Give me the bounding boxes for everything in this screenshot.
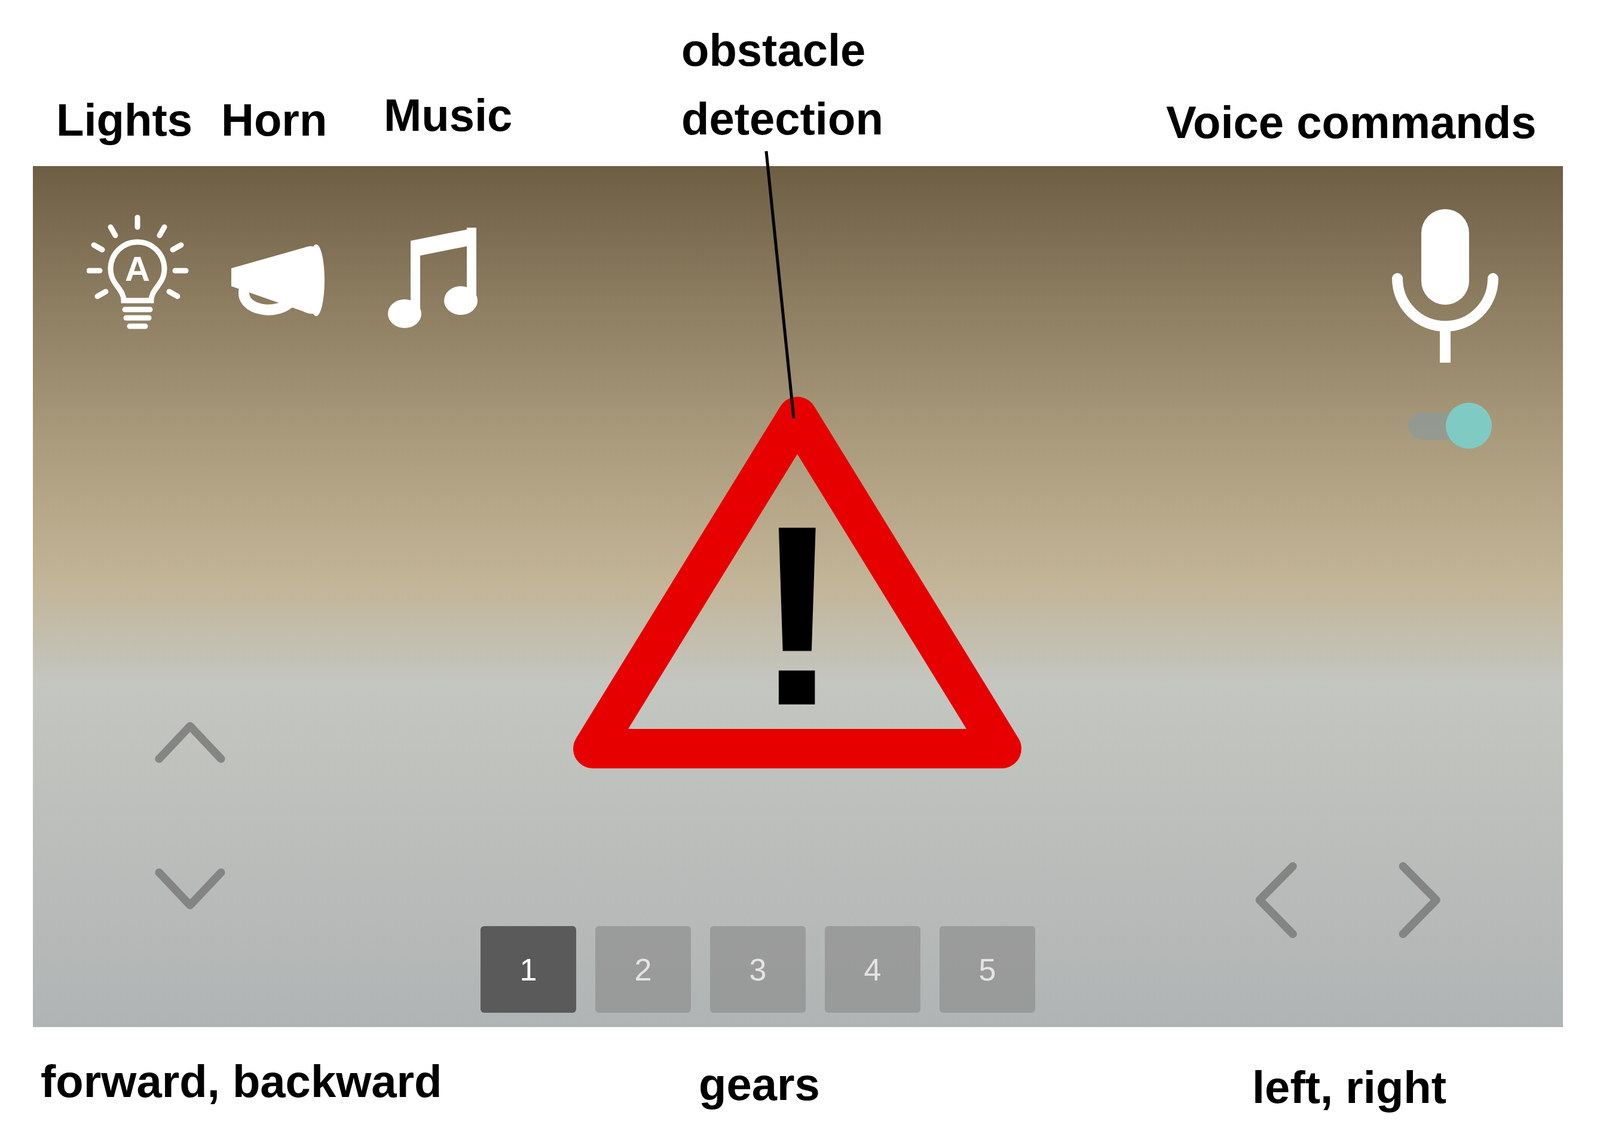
- horn-icon[interactable]: [226, 239, 327, 322]
- warning-symbol: !: [754, 472, 840, 760]
- voice-commands-toggle[interactable]: [1408, 402, 1492, 449]
- gear-selector: 12345: [480, 926, 1036, 1014]
- forward-backward-label: forward, backward: [40, 1059, 443, 1105]
- backward-arrow-icon[interactable]: [127, 865, 253, 944]
- annotated-screenshot: Lights Horn Music obstacledetection Voice co…: [0, 0, 1600, 1143]
- music-icon[interactable]: [385, 224, 480, 332]
- left-arrow-icon[interactable]: [1252, 836, 1330, 965]
- microphone-icon[interactable]: [1385, 206, 1505, 364]
- gear-button[interactable]: 4: [824, 926, 921, 1014]
- gear-button[interactable]: 5: [939, 926, 1036, 1014]
- light-mode-label: A: [124, 249, 151, 289]
- music-label: Music: [383, 92, 513, 139]
- lights-label: Lights: [56, 97, 193, 143]
- lightbulb-icon[interactable]: A: [86, 213, 189, 332]
- camera-view: A! 12345: [32, 166, 1563, 1028]
- horn-label: Horn: [221, 97, 327, 143]
- gear-button[interactable]: 1: [480, 926, 577, 1014]
- obstacle-callout-line: [0, 0, 1600, 1143]
- gears-label: gears: [698, 1062, 821, 1108]
- obstacle-warning-icon: !: [571, 392, 1024, 771]
- gear-button[interactable]: 2: [595, 926, 691, 1014]
- forward-arrow-icon[interactable]: [127, 719, 253, 797]
- left-right-label: left, right: [1252, 1065, 1447, 1111]
- gear-button[interactable]: 3: [710, 926, 806, 1014]
- voice-commands-label: Voice commands: [1166, 99, 1537, 146]
- right-arrow-icon[interactable]: [1395, 836, 1474, 965]
- obstacle-detection-label: obstacledetection: [681, 15, 884, 154]
